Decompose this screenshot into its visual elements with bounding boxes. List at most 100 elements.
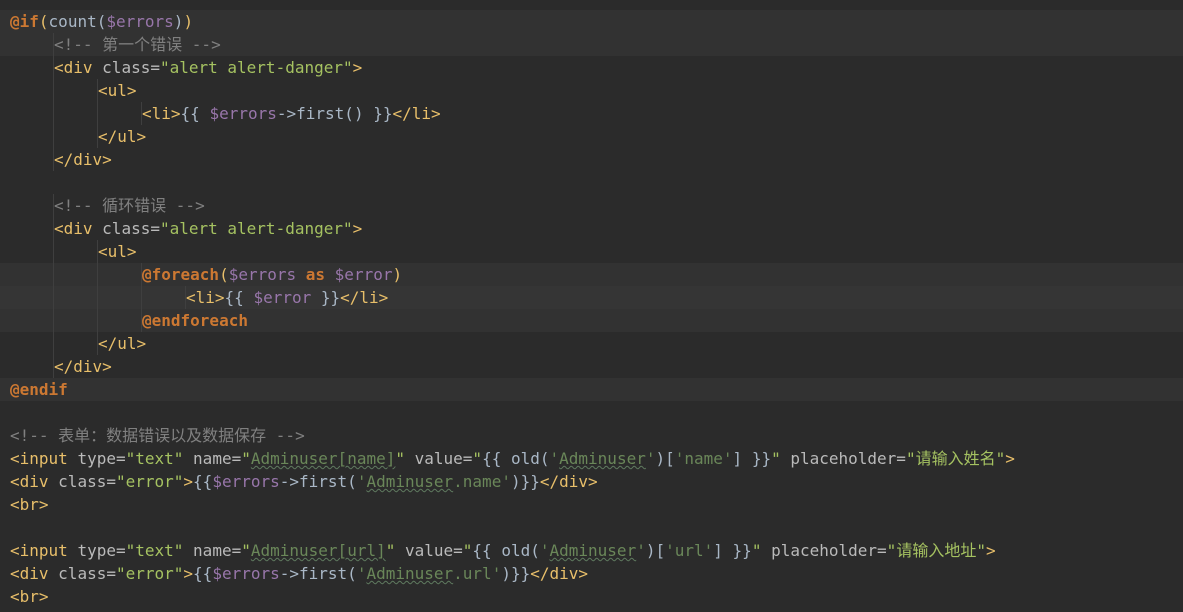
indent-guide	[97, 79, 98, 102]
code-token-str: "error"	[115, 564, 184, 583]
indent-guide	[185, 286, 186, 309]
code-line[interactable]: </div>	[0, 355, 1183, 378]
code-line[interactable]: <div class="alert alert-danger">	[0, 56, 1183, 79]
code-token-attr: placeholder=	[771, 541, 887, 560]
indent-guide	[97, 102, 98, 125]
code-token-tag: <li>	[186, 288, 225, 307]
indent-guide	[97, 286, 98, 309]
code-line[interactable]: @if(count($errors))	[0, 10, 1183, 33]
code-token-tag: <ul>	[98, 81, 137, 100]
code-token-tag: </ul>	[98, 334, 147, 353]
code-token-comment: <!-- 表单：数据错误以及数据保存 -->	[10, 426, 305, 445]
code-line[interactable]	[0, 401, 1183, 424]
code-line[interactable]: </div>	[0, 148, 1183, 171]
code-token-str: "error"	[115, 472, 184, 491]
code-line[interactable]: </ul>	[0, 332, 1183, 355]
code-token-plain: )[	[645, 541, 666, 560]
indent-guide	[141, 102, 142, 125]
indent-guide	[53, 355, 54, 378]
code-line[interactable]: <input type="text" name="Adminuser[name]…	[0, 447, 1183, 470]
code-token-tag: </ul>	[98, 127, 147, 146]
code-token-attr: class=	[58, 472, 116, 491]
code-token-plain: {{ old(	[472, 541, 540, 560]
indent-guide	[53, 332, 54, 355]
indent-guide	[53, 148, 54, 171]
code-line[interactable]: <!-- 第一个错误 -->	[0, 33, 1183, 56]
code-line[interactable]: <br>	[0, 493, 1183, 516]
code-line[interactable]: <br>	[0, 585, 1183, 608]
code-line[interactable]: </ul>	[0, 125, 1183, 148]
code-token-directive: @foreach	[142, 265, 220, 284]
indent-guide	[53, 217, 54, 240]
code-line[interactable]	[0, 516, 1183, 539]
code-token-comment: <!-- 循环错误 -->	[54, 196, 205, 215]
code-token-str: "alert alert-danger"	[159, 58, 353, 77]
code-token-paren: )	[183, 12, 194, 31]
code-token-tag: </div>	[530, 564, 589, 583]
code-line[interactable]: <!-- 表单：数据错误以及数据保存 -->	[0, 424, 1183, 447]
code-line[interactable]: @foreach($errors as $error)	[0, 263, 1183, 286]
code-token-plain: {{	[224, 288, 254, 307]
code-token-var: $errors	[106, 12, 174, 31]
code-token-tag: <input	[10, 449, 78, 468]
code-token-sstr: '	[549, 449, 560, 468]
code-line[interactable]: <div class="error">{{$errors->first('Adm…	[0, 562, 1183, 585]
code-token-attr: name=	[193, 449, 242, 468]
indent-guide	[53, 286, 54, 309]
indent-guide	[53, 33, 54, 56]
code-line[interactable]: <ul>	[0, 240, 1183, 263]
code-token-ident: Adminuser[url]	[250, 541, 386, 560]
code-line[interactable]: <input type="text" name="Adminuser[url]"…	[0, 539, 1183, 562]
code-token-sstr: '	[539, 541, 550, 560]
code-line[interactable]: <!-- 循环错误 -->	[0, 194, 1183, 217]
code-token-tag: >	[985, 541, 996, 560]
code-token-str: "	[751, 541, 772, 560]
code-token-plain: {{	[193, 564, 213, 583]
code-token-str: "text"	[125, 449, 194, 468]
code-token-tag: <div	[10, 472, 59, 491]
code-line[interactable]: <div class="alert alert-danger">	[0, 217, 1183, 240]
code-token-plain: ->first(	[279, 472, 357, 491]
code-token-sstr: '	[356, 472, 367, 491]
code-token-tag: >	[352, 219, 363, 238]
code-line[interactable]: <li>{{ $error }}</li>	[0, 286, 1183, 309]
code-token-ident: Adminuser[name]	[250, 449, 396, 468]
indent-guide	[53, 56, 54, 79]
code-token-plain: ->first() }}	[276, 104, 393, 123]
code-token-str: "	[886, 541, 897, 560]
code-token-cn: 请输入姓名	[915, 449, 996, 468]
code-line[interactable]: @endif	[0, 378, 1183, 401]
code-token-var: $errors	[212, 564, 280, 583]
code-token-plain: )}}	[510, 472, 540, 491]
indent-guide	[53, 309, 54, 332]
code-token-ident: Adminuser	[549, 541, 637, 560]
code-line[interactable]: <div class="error">{{$errors->first('Adm…	[0, 470, 1183, 493]
code-token-attr: type=	[77, 449, 126, 468]
code-token-sstr: 'name'	[674, 449, 733, 468]
code-line[interactable]	[0, 171, 1183, 194]
code-token-sstr: '	[356, 564, 367, 583]
code-token-str: "	[462, 541, 473, 560]
code-line[interactable]: @endforeach	[0, 309, 1183, 332]
code-token-plain: }}	[311, 288, 341, 307]
code-token-sstr: .name'	[453, 472, 511, 491]
indent-guide	[141, 286, 142, 309]
code-token-tag: <input	[10, 541, 78, 560]
code-token-str: "text"	[125, 541, 194, 560]
code-token-tag: <div	[10, 564, 59, 583]
code-token-var: $errors	[228, 265, 306, 284]
code-token-str: "	[995, 449, 1006, 468]
code-token-plain: ] }}	[713, 541, 752, 560]
code-token-keyword: as	[305, 265, 335, 284]
code-token-attr: class=	[102, 58, 160, 77]
code-token-str: "	[241, 449, 251, 468]
code-token-plain: {{ old(	[482, 449, 550, 468]
indent-guide	[97, 125, 98, 148]
code-editor[interactable]: @if(count($errors)) <!-- 第一个错误 --> <div cl…	[0, 0, 1183, 612]
code-line[interactable]: <li>{{ $errors->first() }}</li>	[0, 102, 1183, 125]
code-line[interactable]: <ul>	[0, 79, 1183, 102]
code-token-ident: Adminuser	[366, 472, 454, 491]
code-token-tag: <br>	[10, 587, 49, 606]
code-token-attr: name=	[193, 541, 242, 560]
indent-guide	[97, 309, 98, 332]
